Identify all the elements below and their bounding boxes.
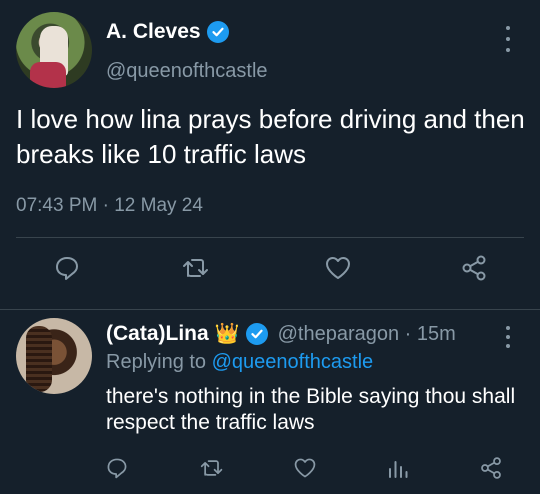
like-icon[interactable] (289, 452, 321, 484)
display-name[interactable]: A. Cleves (106, 20, 201, 44)
reply-handle-time[interactable]: @theparagon · 15m (278, 323, 456, 346)
reply-icon[interactable] (51, 252, 83, 284)
reply-author-row: (Cata)Lina 👑 @theparagon · 15m (106, 322, 456, 346)
retweet-icon[interactable] (180, 252, 212, 284)
reply-display-name[interactable]: (Cata)Lina (106, 322, 209, 346)
reply-actions (0, 452, 540, 484)
analytics-icon[interactable] (382, 452, 414, 484)
verified-badge-icon (245, 323, 268, 345)
more-icon[interactable] (502, 326, 514, 348)
reply-avatar[interactable] (16, 318, 92, 394)
tweet-actions (0, 252, 540, 292)
retweet-icon[interactable] (196, 452, 228, 484)
replying-to: Replying to @queenofthcastle (106, 351, 373, 374)
like-icon[interactable] (322, 252, 354, 284)
avatar[interactable] (16, 12, 92, 88)
more-icon[interactable] (502, 26, 514, 52)
divider (16, 237, 524, 238)
author-handle[interactable]: @queenofthcastle (106, 60, 268, 83)
replying-label: Replying to (106, 351, 212, 373)
verified-badge-icon (206, 21, 229, 43)
replying-to-mention[interactable]: @queenofthcastle (212, 351, 374, 373)
share-icon[interactable] (458, 252, 490, 284)
crown-emoji: 👑 (214, 323, 240, 345)
tweet-thread: A. Cleves @queenofthcastle I love how li… (0, 0, 540, 494)
reply-icon[interactable] (101, 452, 133, 484)
tweet-timestamp[interactable]: 07:43 PM · 12 May 24 (16, 195, 203, 217)
author-row: A. Cleves (106, 20, 229, 44)
tweet-separator (0, 309, 540, 310)
main-tweet: A. Cleves @queenofthcastle I love how li… (0, 0, 540, 310)
reply-text: there's nothing in the Bible saying thou… (106, 385, 516, 434)
share-icon[interactable] (475, 452, 507, 484)
tweet-text: I love how lina prays before driving and… (16, 104, 525, 169)
